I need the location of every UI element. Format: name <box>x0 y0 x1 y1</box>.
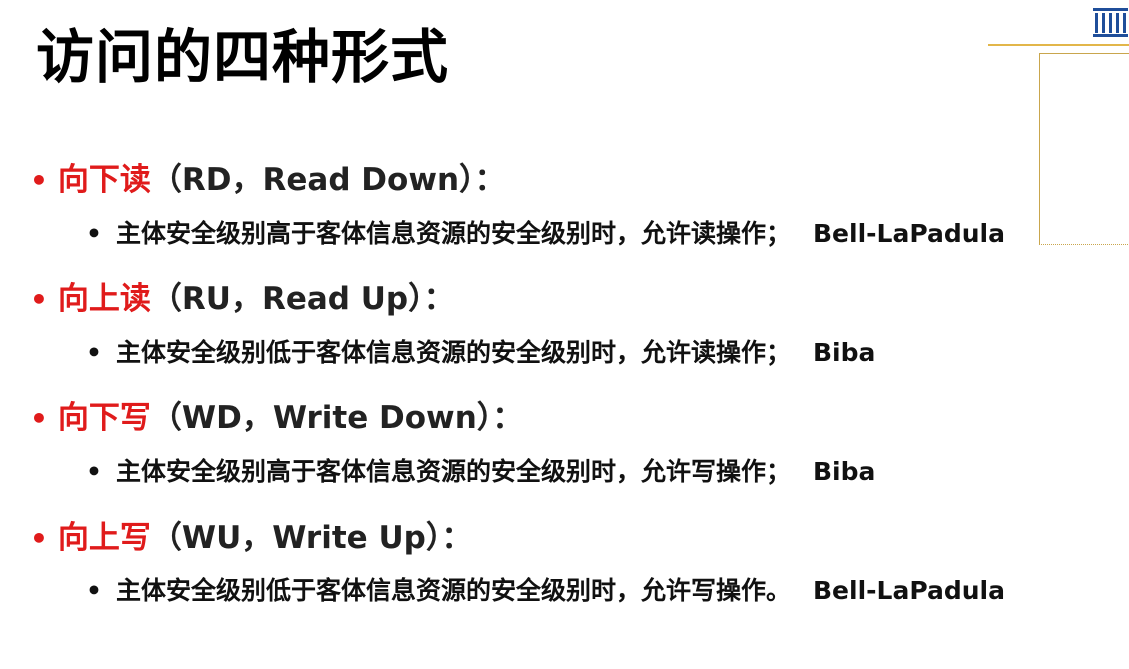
bullet-icon: • <box>30 164 48 197</box>
access-mode-keyword: 向上写 <box>57 520 151 556</box>
security-model-name: Bell-LaPadula <box>813 219 1005 248</box>
decorative-accent-line <box>988 44 1129 46</box>
access-mode-detail-3: • 主体安全级别高于客体信息资源的安全级别时，允许写操作； Biba <box>86 455 875 489</box>
security-model-name: Biba <box>813 457 876 486</box>
access-mode-keyword: 向下读 <box>57 162 151 198</box>
access-mode-detail-4: • 主体安全级别低于客体信息资源的安全级别时，允许写操作。 Bell-LaPadul… <box>86 574 1005 608</box>
sub-bullet-icon: • <box>86 576 102 605</box>
access-mode-detail-1: • 主体安全级别高于客体信息资源的安全级别时，允许读操作； Bell-LaPadul… <box>86 217 1005 251</box>
bullet-icon: • <box>30 283 48 316</box>
access-mode-label: （RU，Read Up）： <box>150 281 455 317</box>
decorative-frame <box>1039 53 1129 245</box>
security-model-name: Biba <box>813 338 876 367</box>
access-mode-description: 主体安全级别高于客体信息资源的安全级别时，允许读操作； <box>115 219 791 248</box>
access-mode-item-1: • 向下读（RD，Read Down）： <box>30 160 506 201</box>
access-mode-item-2: • 向上读（RU，Read Up）： <box>30 279 455 320</box>
security-model-name: Bell-LaPadula <box>813 576 1005 605</box>
university-building-icon <box>1093 8 1128 37</box>
access-mode-description: 主体安全级别低于客体信息资源的安全级别时，允许写操作。 <box>115 576 791 605</box>
access-mode-detail-2: • 主体安全级别低于客体信息资源的安全级别时，允许读操作； Biba <box>86 336 875 370</box>
access-mode-label: （RD，Read Down）： <box>150 162 506 198</box>
bullet-icon: • <box>30 522 48 555</box>
access-mode-keyword: 向下写 <box>57 400 151 436</box>
sub-bullet-icon: • <box>86 338 102 367</box>
access-mode-label: （WU，Write Up）： <box>150 520 473 556</box>
access-mode-description: 主体安全级别高于客体信息资源的安全级别时，允许写操作； <box>115 457 791 486</box>
access-mode-description: 主体安全级别低于客体信息资源的安全级别时，允许读操作； <box>115 338 791 367</box>
sub-bullet-icon: • <box>86 457 102 486</box>
access-mode-item-4: • 向上写（WU，Write Up）： <box>30 518 472 559</box>
access-mode-keyword: 向上读 <box>57 281 151 317</box>
access-mode-item-3: • 向下写（WD，Write Down）： <box>30 398 523 439</box>
access-mode-label: （WD，Write Down）： <box>150 400 524 436</box>
sub-bullet-icon: • <box>86 219 102 248</box>
page-title: 访问的四种形式 <box>36 23 450 91</box>
bullet-icon: • <box>30 402 48 435</box>
